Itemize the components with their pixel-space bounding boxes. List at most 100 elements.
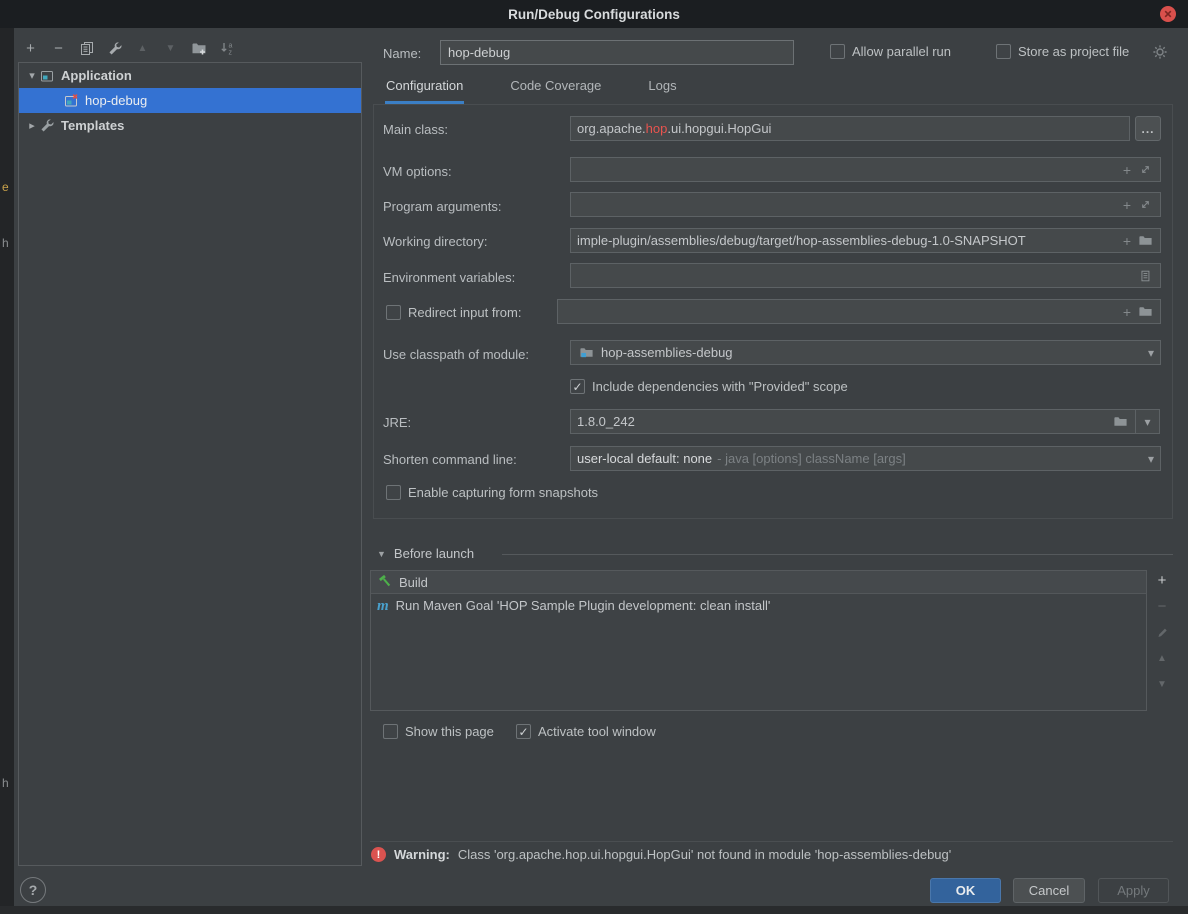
redirect-input-checkbox[interactable]: Redirect input from: (386, 305, 521, 320)
vm-options-field[interactable]: + (570, 157, 1161, 182)
move-task-up-icon[interactable]: ▲ (1153, 650, 1171, 666)
checkbox-checked-icon[interactable]: ✓ (516, 724, 531, 739)
collapse-triangle-icon[interactable]: ▼ (377, 549, 386, 559)
background-text-fragment: h (2, 776, 9, 790)
cancel-button[interactable]: Cancel (1013, 878, 1085, 903)
tab-code-coverage[interactable]: Code Coverage (510, 78, 601, 104)
remove-configuration-icon[interactable]: − (50, 40, 67, 57)
title-bar: Run/Debug Configurations (0, 0, 1188, 28)
move-down-icon[interactable]: ▼ (162, 40, 179, 57)
warning-message: ! Warning: Class 'org.apache.hop.ui.hopg… (371, 847, 951, 862)
allow-parallel-run-checkbox[interactable]: Allow parallel run (830, 44, 951, 59)
tab-configuration[interactable]: Configuration (386, 78, 463, 104)
gear-icon[interactable] (1152, 44, 1168, 63)
tree-group-templates[interactable]: ▸ Templates (19, 113, 361, 138)
dialog-bottom-edge (0, 906, 1188, 914)
redirect-input-field[interactable]: + (557, 299, 1161, 324)
working-directory-value: imple-plugin/assemblies/debug/target/hop… (577, 233, 1026, 248)
expand-field-icon[interactable] (1136, 196, 1154, 214)
shorten-command-line-value: user-local default: none (577, 451, 712, 466)
tree-group-application[interactable]: ▾ Application (19, 63, 361, 88)
activate-tool-window-checkbox[interactable]: ✓ Activate tool window (516, 724, 656, 739)
move-up-icon[interactable]: ▲ (134, 40, 151, 57)
checkbox-unchecked-icon[interactable] (386, 305, 401, 320)
browse-folder-icon[interactable] (1111, 413, 1129, 431)
main-class-field[interactable]: org.apache.hop.ui.hopgui.HopGui (570, 116, 1130, 141)
checkbox-unchecked-icon[interactable] (386, 485, 401, 500)
add-icon[interactable]: + (1118, 196, 1136, 214)
main-class-browse-button[interactable]: ... (1135, 116, 1161, 141)
main-class-value-error: hop (646, 121, 668, 136)
redirect-input-label: Redirect input from: (408, 305, 521, 320)
help-button[interactable]: ? (20, 877, 46, 903)
store-as-project-file-label: Store as project file (1018, 44, 1129, 59)
footer-divider (370, 841, 1173, 842)
application-error-icon (63, 93, 79, 109)
environment-variables-field[interactable] (570, 263, 1161, 288)
working-directory-field[interactable]: imple-plugin/assemblies/debug/target/hop… (570, 228, 1161, 253)
program-arguments-field[interactable]: + (570, 192, 1161, 217)
dialog-title: Run/Debug Configurations (508, 7, 680, 22)
activate-tool-window-label: Activate tool window (538, 724, 656, 739)
chevron-down-icon: ▾ (1144, 415, 1150, 429)
jre-combobox[interactable]: 1.8.0_242 (570, 409, 1136, 434)
name-label: Name: (383, 46, 421, 61)
before-launch-item-build[interactable]: Build (371, 571, 1146, 594)
browse-variables-icon[interactable] (1136, 267, 1154, 285)
copy-configuration-icon[interactable] (78, 40, 95, 57)
before-launch-title: Before launch (394, 546, 474, 561)
jre-value: 1.8.0_242 (577, 414, 635, 429)
add-icon[interactable]: + (1118, 161, 1136, 179)
checkbox-checked-icon[interactable]: ✓ (570, 379, 585, 394)
background-window-strip: e h h (0, 28, 14, 906)
tab-logs[interactable]: Logs (648, 78, 676, 104)
build-hammer-icon (377, 573, 392, 591)
before-launch-divider (502, 554, 1173, 555)
before-launch-header: ▼ Before launch (377, 546, 474, 561)
close-icon[interactable] (1160, 6, 1176, 22)
browse-folder-icon[interactable] (1136, 232, 1154, 250)
checkbox-unchecked-icon[interactable] (996, 44, 1011, 59)
add-icon[interactable]: + (1118, 303, 1136, 321)
chevron-right-icon[interactable]: ▸ (25, 119, 39, 132)
remove-task-icon[interactable]: − (1153, 598, 1171, 614)
before-launch-item-maven[interactable]: m Run Maven Goal 'HOP Sample Plugin deve… (371, 594, 1146, 617)
add-task-icon[interactable]: + (1153, 572, 1171, 588)
sort-configurations-icon[interactable]: a z (218, 40, 235, 57)
classpath-module-combobox[interactable]: hop-assemblies-debug ▾ (570, 340, 1161, 365)
checkbox-unchecked-icon[interactable] (830, 44, 845, 59)
name-input[interactable]: hop-debug (440, 40, 794, 65)
checkbox-unchecked-icon[interactable] (383, 724, 398, 739)
module-icon (577, 344, 595, 362)
application-icon (39, 68, 55, 84)
tree-item-label: hop-debug (85, 93, 147, 108)
show-this-page-checkbox[interactable]: Show this page (383, 724, 494, 739)
warning-text: Class 'org.apache.hop.ui.hopgui.HopGui' … (458, 847, 951, 862)
shorten-command-line-label: Shorten command line: (383, 452, 517, 467)
working-directory-label: Working directory: (383, 234, 488, 249)
tree-item-hop-debug[interactable]: hop-debug (19, 88, 361, 113)
ok-button[interactable]: OK (930, 878, 1001, 903)
warning-prefix: Warning: (394, 847, 450, 862)
provided-scope-checkbox[interactable]: ✓ Include dependencies with "Provided" s… (570, 379, 848, 394)
edit-templates-icon[interactable] (106, 40, 123, 57)
maven-icon: m (377, 599, 389, 613)
classpath-module-value: hop-assemblies-debug (601, 345, 733, 360)
chevron-down-icon[interactable]: ▾ (1148, 452, 1154, 466)
edit-task-icon[interactable] (1153, 624, 1171, 640)
move-task-down-icon[interactable]: ▼ (1153, 676, 1171, 692)
store-as-project-file-checkbox[interactable]: Store as project file (996, 44, 1129, 59)
tree-item-label: Templates (61, 118, 124, 133)
shorten-command-line-combobox[interactable]: user-local default: none - java [options… (570, 446, 1161, 471)
chevron-down-icon[interactable]: ▾ (1148, 346, 1154, 360)
warning-icon: ! (371, 847, 386, 862)
chevron-down-icon[interactable]: ▾ (25, 69, 39, 82)
form-snapshots-checkbox[interactable]: Enable capturing form snapshots (386, 485, 598, 500)
expand-field-icon[interactable] (1136, 161, 1154, 179)
tree-item-label: Application (61, 68, 132, 83)
add-icon[interactable]: + (1118, 232, 1136, 250)
jre-dropdown-button[interactable]: ▾ (1135, 409, 1160, 434)
browse-folder-icon[interactable] (1136, 303, 1154, 321)
new-folder-icon[interactable] (190, 40, 207, 57)
add-configuration-icon[interactable]: + (22, 40, 39, 57)
